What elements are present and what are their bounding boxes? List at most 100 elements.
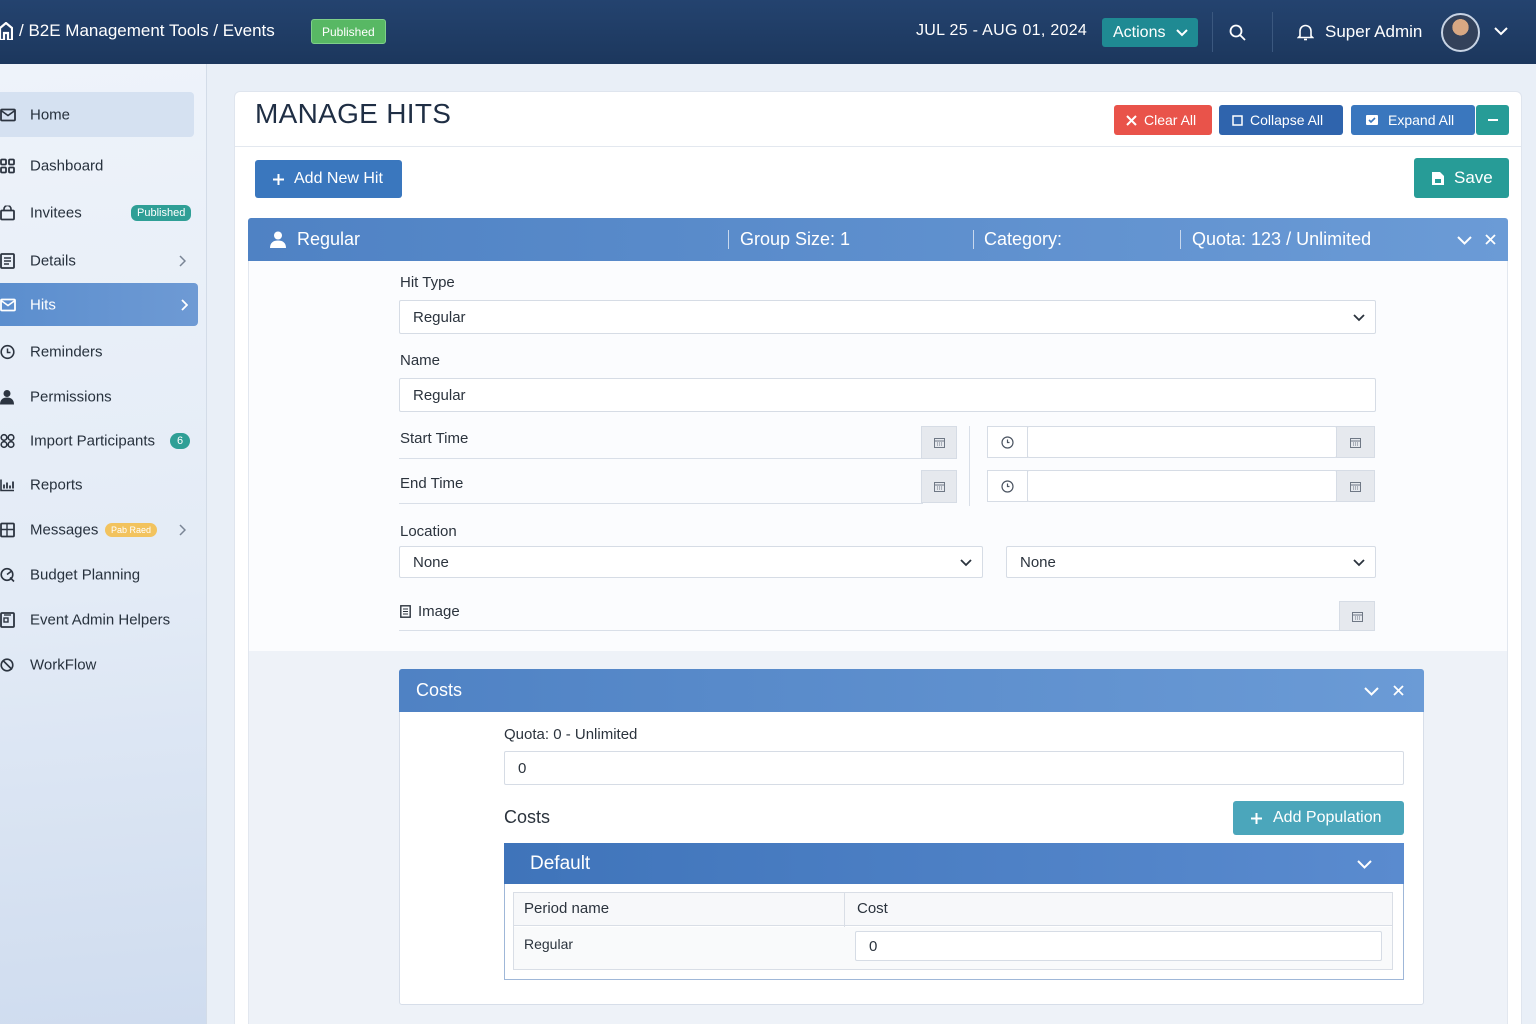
- end-date-underline[interactable]: [399, 503, 923, 504]
- add-new-hit-button[interactable]: Add New Hit: [255, 160, 402, 198]
- calendar-icon[interactable]: [921, 470, 957, 503]
- actions-label: Actions: [1113, 24, 1166, 41]
- sidebar-item-home[interactable]: Home: [0, 92, 194, 137]
- sidebar-item-details[interactable]: Details: [0, 239, 196, 283]
- add-population-label: Add Population: [1273, 809, 1382, 826]
- sidebar-item-permissions[interactable]: Permissions: [0, 375, 196, 419]
- home-icon[interactable]: [0, 22, 13, 40]
- add-population-button[interactable]: Add Population: [1233, 801, 1404, 835]
- plus-icon: [273, 173, 284, 185]
- chevron-down-icon[interactable]: [1457, 236, 1472, 245]
- period-name-cell: Regular: [524, 936, 574, 952]
- name-input[interactable]: Regular: [399, 378, 1376, 412]
- location-detail-value: None: [1020, 553, 1056, 571]
- sidebar-item-dashboard[interactable]: Dashboard: [0, 144, 196, 188]
- sidebar-item-workflow[interactable]: WorkFlow: [0, 643, 196, 687]
- sidebar-item-budget-planning[interactable]: Budget Planning: [0, 553, 196, 597]
- end-time-input[interactable]: [1027, 470, 1337, 502]
- quota-label: Quota: 0 - Unlimited: [504, 726, 638, 743]
- close-icon: [1126, 114, 1137, 126]
- table-header-row: [514, 893, 1392, 926]
- user-icon: [0, 390, 14, 405]
- chevron-down-icon[interactable]: [1357, 860, 1372, 869]
- group-size: Group Size: 1: [740, 229, 851, 249]
- cost-value: 0: [869, 937, 878, 955]
- minus-icon: [1487, 119, 1498, 121]
- divider: [235, 146, 1521, 147]
- mail-icon: [0, 108, 16, 121]
- people-icon: [0, 433, 15, 449]
- sidebar-item-label: Permissions: [30, 388, 112, 406]
- calendar-icon[interactable]: [921, 426, 957, 459]
- start-date-underline[interactable]: [399, 458, 923, 459]
- clear-all-button[interactable]: Clear All: [1114, 105, 1212, 135]
- clock-icon: [0, 344, 15, 360]
- avatar[interactable]: [1441, 13, 1480, 52]
- add-new-hit-label: Add New Hit: [294, 170, 383, 187]
- chevron-down-icon: [1353, 314, 1365, 322]
- column-header-period: Period name: [524, 900, 610, 917]
- calendar-icon[interactable]: [1336, 470, 1375, 502]
- sidebar-item-reports[interactable]: Reports: [0, 463, 196, 507]
- image-underline[interactable]: [399, 630, 1341, 631]
- quota-value: 0: [518, 759, 527, 777]
- clock-icon[interactable]: [987, 426, 1028, 458]
- start-time-input[interactable]: [1027, 426, 1337, 458]
- user-name[interactable]: Super Admin: [1325, 22, 1422, 42]
- sidebar-item-import-participants[interactable]: Import Participants 6: [0, 419, 196, 463]
- separator: [973, 230, 974, 249]
- calendar-icon[interactable]: [1339, 601, 1375, 631]
- collapse-all-button[interactable]: Collapse All: [1219, 105, 1343, 135]
- search-icon[interactable]: [1229, 24, 1246, 41]
- costs-panel-header[interactable]: Costs: [399, 669, 1424, 712]
- checkbox-icon: [1366, 115, 1378, 125]
- expand-all-button[interactable]: Expand All: [1351, 105, 1475, 135]
- location-select[interactable]: None: [399, 546, 983, 578]
- image-label: Image: [418, 603, 460, 620]
- date-range[interactable]: JUL 25 - AUG 01, 2024: [916, 22, 1087, 40]
- chevron-down-icon[interactable]: [1364, 687, 1379, 696]
- user-icon: [270, 231, 286, 248]
- chevron-down-icon: [960, 559, 972, 567]
- save-button[interactable]: Save: [1414, 158, 1509, 198]
- quota: Quota: 123 / Unlimited: [1192, 229, 1372, 249]
- close-icon[interactable]: [1393, 685, 1404, 696]
- location-label: Location: [400, 523, 457, 540]
- costs-section-title: Costs: [504, 807, 551, 827]
- expand-all-label: Expand All: [1388, 112, 1455, 128]
- actions-button[interactable]: Actions: [1102, 18, 1198, 47]
- sidebar-item-event-admin-helpers[interactable]: Event Admin Helpers: [0, 598, 196, 642]
- location-detail-select[interactable]: None: [1006, 546, 1376, 578]
- sidebar-item-messages[interactable]: Messages Pab Raed: [0, 508, 196, 552]
- chevron-down-icon[interactable]: [1494, 27, 1508, 36]
- sidebar-item-reminders[interactable]: Reminders: [0, 330, 196, 374]
- sidebar-item-label: WorkFlow: [30, 656, 97, 674]
- grid-icon: [0, 158, 15, 174]
- breadcrumb[interactable]: / B2E Management Tools / Events: [19, 21, 275, 41]
- sidebar-item-invitees[interactable]: Invitees Published: [0, 191, 196, 235]
- sidebar-item-label: Event Admin Helpers: [30, 611, 171, 629]
- clock-icon[interactable]: [987, 470, 1028, 502]
- population-header[interactable]: Default: [504, 843, 1404, 884]
- bar-chart-icon: [0, 479, 15, 492]
- hit-type-select[interactable]: Regular: [399, 300, 1376, 334]
- page-title: MANAGE HITS: [255, 98, 452, 129]
- calendar-icon[interactable]: [1336, 426, 1375, 458]
- sidebar-item-hits[interactable]: Hits: [0, 283, 198, 326]
- sidebar-item-label: Reports: [30, 476, 83, 494]
- hit-panel-header[interactable]: Regular Group Size: 1 Category: Quota: 1…: [248, 218, 1508, 261]
- bell-icon[interactable]: [1297, 23, 1314, 41]
- collapse-all-label: Collapse All: [1250, 112, 1324, 128]
- cost-input[interactable]: 0: [855, 931, 1382, 961]
- costs-title: Costs: [416, 680, 463, 700]
- square-icon: [1232, 114, 1243, 126]
- top-bar: / B2E Management Tools / Events Publishe…: [0, 0, 1536, 64]
- column-header-cost: Cost: [857, 900, 888, 917]
- status-badge: Pab Raed: [105, 523, 158, 537]
- quota-input[interactable]: 0: [504, 751, 1404, 785]
- workflow-icon: [0, 658, 16, 673]
- minimize-button[interactable]: [1476, 105, 1509, 135]
- close-icon[interactable]: [1485, 234, 1496, 245]
- sidebar-item-label: Reminders: [30, 343, 103, 361]
- divider: [1212, 12, 1213, 52]
